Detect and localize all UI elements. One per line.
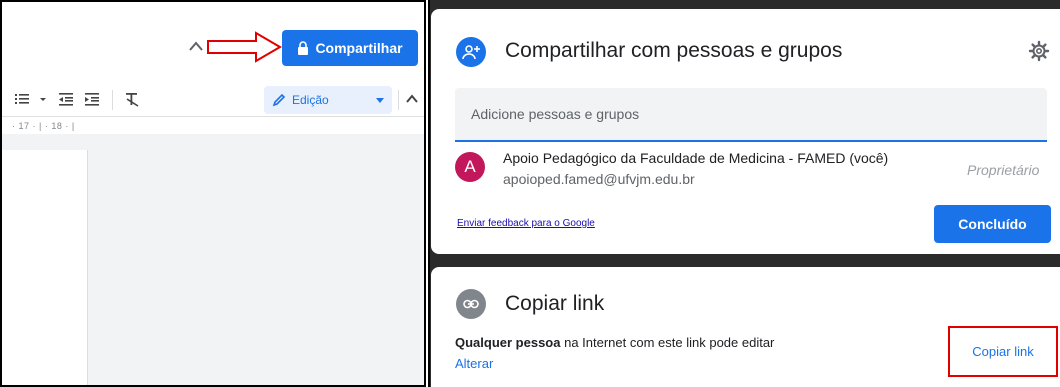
add-person-icon (456, 37, 486, 67)
done-button[interactable]: Concluído (934, 205, 1051, 243)
docs-toolbar: Edição (2, 82, 424, 116)
annotation-arrow-icon (207, 31, 282, 63)
feedback-link[interactable]: Enviar feedback para o Google (457, 218, 595, 229)
document-page[interactable] (2, 150, 88, 385)
bullet-list-icon[interactable] (14, 91, 30, 107)
link-access-description: Qualquer pessoa na Internet com este lin… (455, 335, 774, 350)
toolbar-separator (398, 90, 399, 110)
list-dropdown-icon[interactable] (38, 91, 48, 107)
ruler: · 17 · | · 18 · | (2, 116, 424, 134)
docs-header: Compartilhar (2, 2, 424, 74)
settings-gear-icon[interactable] (1028, 40, 1050, 62)
link-access-rest: na Internet com este link pode editar (560, 335, 775, 350)
collapse-toolbar-icon[interactable] (405, 91, 419, 107)
owner-email: apoioped.famed@ufvjm.edu.br (503, 171, 695, 187)
copy-link-button-label: Copiar link (972, 344, 1034, 359)
clear-formatting-icon[interactable] (124, 91, 140, 107)
increase-indent-icon[interactable] (84, 91, 100, 107)
toolbar-separator (112, 90, 113, 110)
copy-link-dialog: Copiar link Qualquer pessoa na Internet … (431, 267, 1060, 387)
add-people-input[interactable]: Adicione pessoas e grupos (455, 88, 1047, 142)
share-button-label: Compartilhar (315, 40, 403, 56)
link-icon (456, 289, 486, 319)
editing-mode-label: Edição (292, 93, 329, 107)
lock-icon (298, 41, 309, 55)
pencil-icon (272, 93, 286, 107)
link-access-who: Qualquer pessoa (455, 335, 561, 350)
avatar: A (455, 152, 485, 182)
docs-window: Compartilhar Edição · 17 · | · 18 · | (0, 0, 426, 387)
copy-link-title: Copiar link (505, 292, 605, 315)
copy-link-button[interactable]: Copiar link (948, 326, 1058, 377)
share-dialog: Compartilhar com pessoas e grupos Adicio… (431, 9, 1060, 254)
decrease-indent-icon[interactable] (58, 91, 74, 107)
editing-mode-button[interactable]: Edição (264, 86, 392, 114)
document-canvas (2, 134, 424, 385)
share-button[interactable]: Compartilhar (282, 30, 418, 66)
dropdown-arrow-icon (376, 97, 384, 103)
owner-role: Proprietário (967, 162, 1040, 178)
add-people-placeholder: Adicione pessoas e grupos (471, 106, 640, 122)
owner-name: Apoio Pedagógico da Faculdade de Medicin… (503, 150, 889, 166)
change-access-link[interactable]: Alterar (455, 356, 493, 371)
share-dialog-title: Compartilhar com pessoas e grupos (505, 39, 843, 62)
